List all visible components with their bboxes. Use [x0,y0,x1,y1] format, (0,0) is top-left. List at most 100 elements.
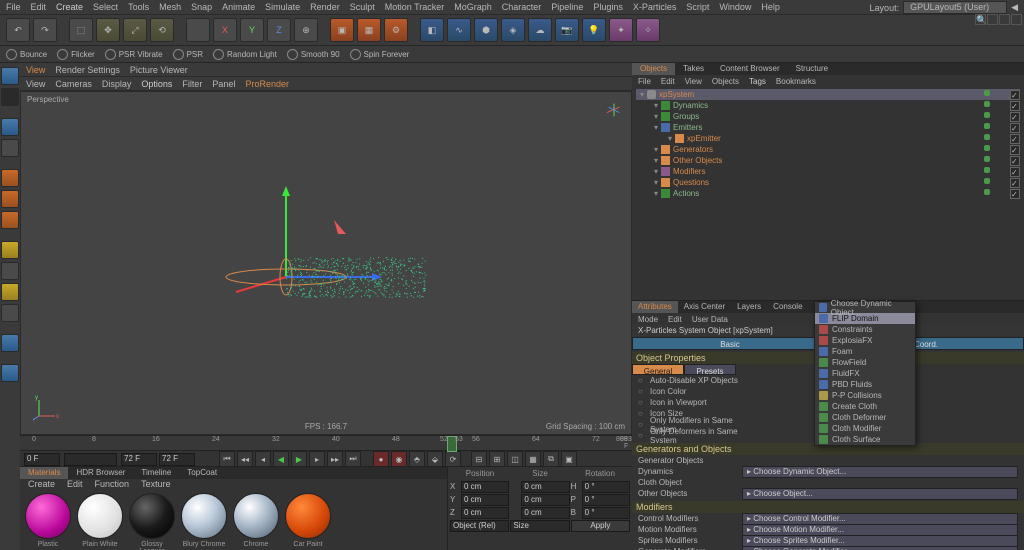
tab-layers[interactable]: Layers [731,301,767,313]
tab-topcoat[interactable]: TopCoat [179,467,225,479]
add-light-button[interactable]: 💡 [582,18,606,42]
mat-menu-function[interactable]: Function [95,479,130,489]
tweak-mode-button[interactable] [1,262,19,280]
render-region-button[interactable] [1,364,19,382]
scale-tool-button[interactable]: ⤢ [123,18,147,42]
visibility-dot[interactable] [984,112,990,118]
tool-button-1[interactable] [186,18,210,42]
z-axis-button[interactable]: Z [267,18,291,42]
menu-create[interactable]: Create [56,2,83,12]
menu-edit[interactable]: Edit [31,2,47,12]
key-rot-button[interactable]: ⟳ [445,451,461,467]
goto-start-button[interactable]: ⏮ [219,451,235,467]
attr-menu-edit[interactable]: Edit [668,315,682,324]
search-icon[interactable]: 🔍 [975,14,986,25]
tab-materials[interactable]: Materials [20,467,68,479]
xp-button-2[interactable]: ✧ [636,18,660,42]
menu-plugins[interactable]: Plugins [593,2,623,12]
material-item[interactable]: Chrome [232,493,280,550]
context-menu-item[interactable]: Create Cloth [815,401,915,412]
tab-axis-center[interactable]: Axis Center [678,301,731,313]
goto-end-button[interactable]: ⏭ [345,451,361,467]
live-select-button[interactable]: ⬚ [69,18,93,42]
layout-prev-icon[interactable]: ◀ [1011,2,1018,13]
context-menu-item[interactable]: Cloth Modifier [815,423,915,434]
object-mode-button[interactable] [1,88,19,106]
menu-motiontracker[interactable]: Motion Tracker [385,2,445,12]
tree-item[interactable]: ▾Emitters✓ [636,122,1020,133]
pos-field[interactable]: 0 cm [461,481,509,493]
start-frame-field[interactable]: 0 F [24,453,60,466]
rot-field[interactable]: 0 ° [582,507,630,519]
menu-select[interactable]: Select [93,2,118,12]
script-spin-forever[interactable]: Spin Forever [350,49,410,60]
rot-field[interactable]: 0 ° [582,481,630,493]
menu-mesh[interactable]: Mesh [159,2,181,12]
y-axis-button[interactable]: Y [240,18,264,42]
move-tool-button[interactable]: ✥ [96,18,120,42]
mat-menu-edit[interactable]: Edit [67,479,83,489]
expand-icon[interactable]: ▾ [654,156,658,165]
tab-takes[interactable]: Takes [675,63,712,75]
add-camera-button[interactable]: 📷 [555,18,579,42]
attr-btn-basic[interactable]: Basic [632,337,828,350]
coord-mode-dropdown[interactable]: Object (Rel) [450,520,509,532]
visibility-dot[interactable] [984,90,990,96]
vm2-filter[interactable]: Filter [182,79,202,89]
subtab-presets[interactable]: Presets [684,364,736,375]
vm2-panel[interactable]: Panel [212,79,235,89]
tab-structure[interactable]: Structure [788,63,836,75]
menu-window[interactable]: Window [719,2,751,12]
script-flicker[interactable]: Flicker [57,49,95,60]
vm2-prorender[interactable]: ProRender [245,79,289,89]
menu-mograph[interactable]: MoGraph [454,2,492,12]
xp-button-1[interactable]: ✦ [609,18,633,42]
key-scale-button[interactable]: ⬙ [427,451,443,467]
soft-select-button[interactable] [1,304,19,322]
add-deformer-button[interactable]: ◈ [501,18,525,42]
script-bounce[interactable]: Bounce [6,49,47,60]
material-item[interactable]: Car Paint [284,493,332,550]
expand-icon[interactable]: ▾ [654,123,658,132]
script-psr[interactable]: PSR [173,49,203,60]
workplane-mode-button[interactable] [1,139,19,157]
rot-field[interactable]: 0 ° [582,494,630,506]
rotate-tool-button[interactable]: ⟲ [150,18,174,42]
texture-mode-button[interactable] [1,118,19,136]
obj-menu-tags[interactable]: Tags [749,77,766,86]
material-item[interactable]: Blury Chrome [180,493,228,550]
tab-timeline[interactable]: Timeline [133,467,179,479]
visibility-dot[interactable] [984,145,990,151]
record-button[interactable]: ● [373,451,389,467]
size-mode-dropdown[interactable]: Size [510,520,569,532]
vm2-cameras[interactable]: Cameras [55,79,92,89]
material-item[interactable]: Plain White [76,493,124,550]
undo-button[interactable]: ↶ [6,18,30,42]
script-smooth-90[interactable]: Smooth 90 [287,49,340,60]
viewport-solo-button[interactable] [1,334,19,352]
visibility-dot[interactable] [984,134,990,140]
tab-attributes[interactable]: Attributes [632,301,678,313]
context-menu-item[interactable]: FlowField [815,357,915,368]
expand-icon[interactable]: ▾ [654,101,658,110]
tree-item[interactable]: ▾Generators✓ [636,144,1020,155]
filter-icon[interactable] [1011,14,1022,25]
subtab-general[interactable]: General [632,364,684,375]
context-menu-item[interactable]: Cloth Surface [815,434,915,445]
tree-item[interactable]: ▾xpEmitter✓ [636,133,1020,144]
visibility-dot[interactable] [984,123,990,129]
dynamics-context-menu[interactable]: Choose Dynamic Object...FLIP DomainConst… [814,301,916,446]
pos-field[interactable]: 0 cm [461,494,509,506]
enable-checkbox[interactable]: ✓ [1010,167,1020,177]
visibility-dot[interactable] [984,156,990,162]
context-menu-item[interactable]: Cloth Deformer [815,412,915,423]
visibility-dot[interactable] [984,189,990,195]
context-menu-item[interactable]: Constraints [815,324,915,335]
add-generator-button[interactable]: ⬢ [474,18,498,42]
model-mode-button[interactable] [1,67,19,85]
enable-checkbox[interactable]: ✓ [1010,156,1020,166]
visibility-dot[interactable] [984,101,990,107]
tree-item[interactable]: ▾xpSystem✓ [636,89,1020,100]
obj-menu-view[interactable]: View [685,77,702,86]
enable-checkbox[interactable]: ✓ [1010,134,1020,144]
